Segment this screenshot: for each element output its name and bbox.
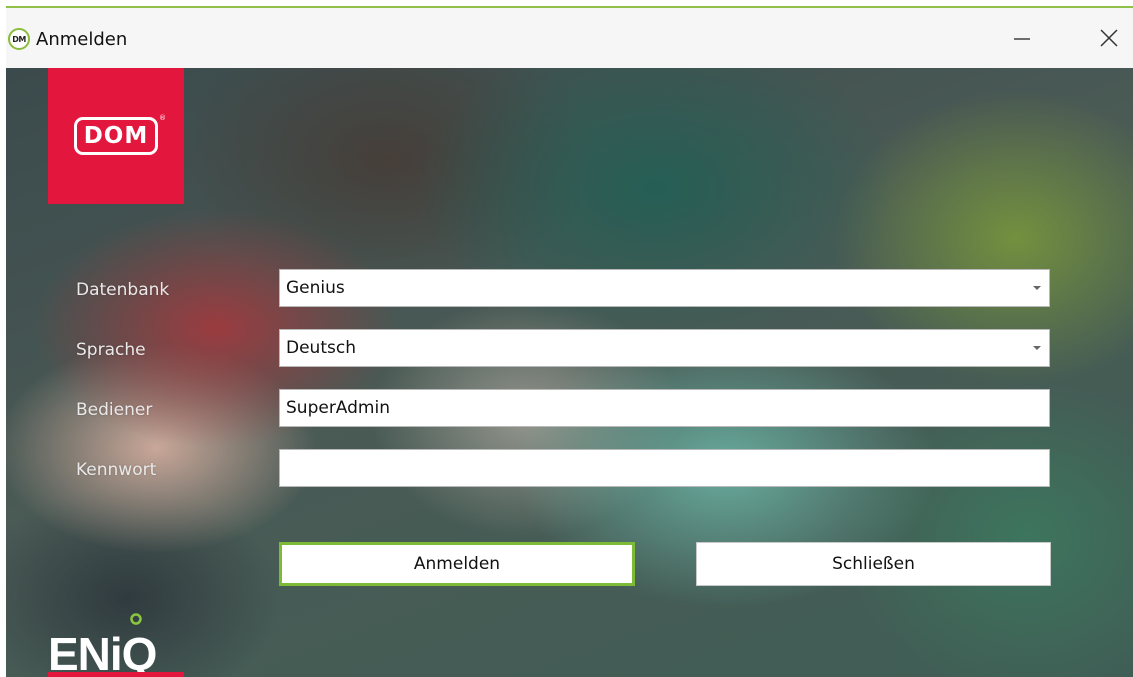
login-button[interactable]: Anmelden — [279, 542, 635, 586]
operator-label: Bediener — [76, 400, 153, 420]
close-icon — [1100, 29, 1118, 47]
database-value: Genius — [286, 278, 345, 298]
dom-logo-frame: DOM ® — [74, 114, 166, 155]
eniq-logo-text: ENiQ — [48, 628, 156, 677]
database-label: Datenbank — [76, 280, 170, 300]
brand-bar — [48, 672, 184, 677]
language-label: Sprache — [76, 340, 146, 360]
registered-mark: ® — [159, 114, 167, 122]
minimize-icon — [1014, 38, 1030, 40]
language-select[interactable]: Deutsch — [279, 329, 1050, 367]
login-window: DM Anmelden DOM ® Datenbank Genius Sprac… — [6, 6, 1133, 677]
operator-input[interactable]: SuperAdmin — [279, 389, 1050, 427]
login-panel: DOM ® Datenbank Genius Sprache Deutsch B… — [6, 68, 1133, 677]
close-button[interactable]: Schließen — [696, 542, 1051, 586]
close-window-button[interactable] — [1086, 18, 1132, 58]
dom-logo: DOM ® — [48, 68, 184, 204]
password-input[interactable] — [279, 449, 1050, 487]
app-icon: DM — [8, 28, 30, 50]
dom-logo-text: DOM — [83, 123, 149, 149]
minimize-button[interactable] — [999, 18, 1045, 58]
password-label: Kennwort — [76, 460, 157, 480]
database-select[interactable]: Genius — [279, 269, 1050, 307]
operator-value: SuperAdmin — [286, 398, 390, 418]
title-bar: DM Anmelden — [6, 8, 1133, 68]
chevron-down-icon[interactable] — [1025, 270, 1049, 306]
window-title: Anmelden — [36, 29, 128, 50]
eniq-logo: ENiQ — [48, 613, 157, 677]
language-value: Deutsch — [286, 338, 356, 358]
chevron-down-icon[interactable] — [1025, 330, 1049, 366]
